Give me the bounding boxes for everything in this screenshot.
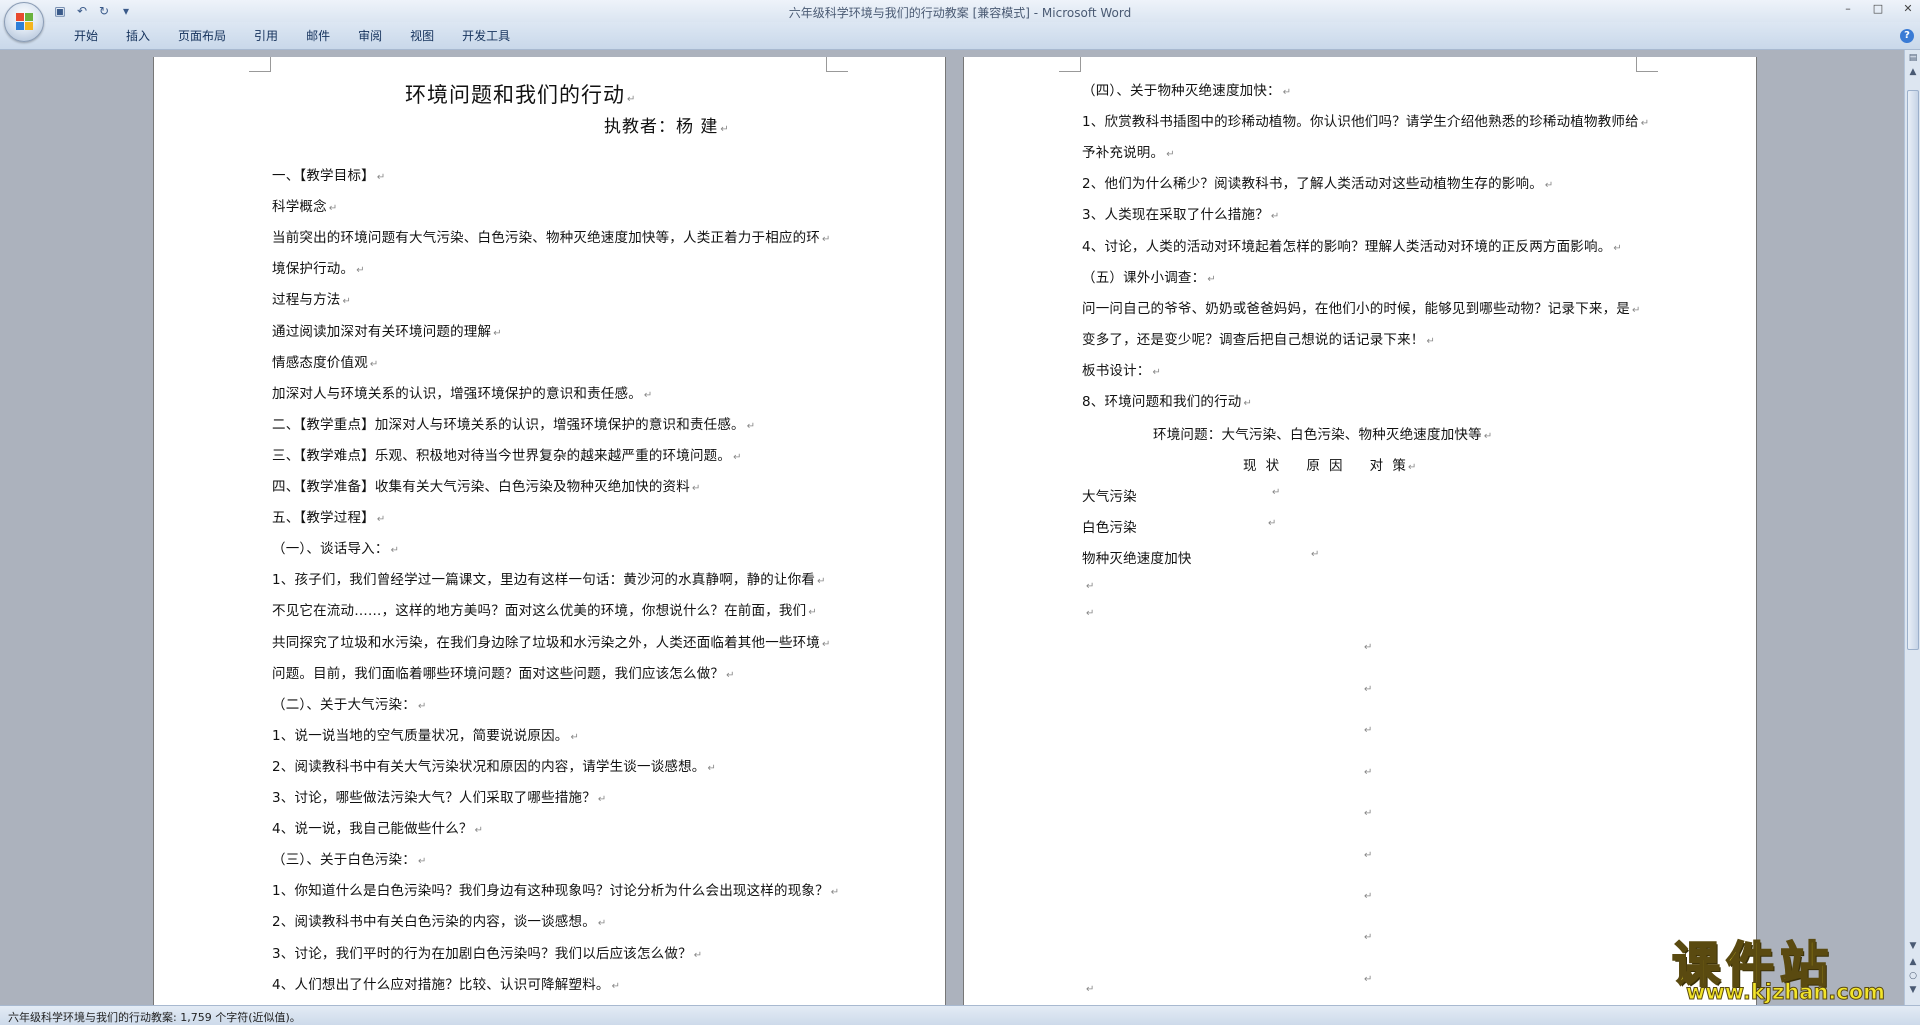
paragraph-mark: ↵ bbox=[1364, 725, 1373, 736]
close-icon[interactable]: ✕ bbox=[1900, 2, 1916, 16]
board-row: 物种灭绝速度加快 ↵ bbox=[1082, 549, 1320, 567]
paragraph-mark: ↵ bbox=[1364, 684, 1373, 695]
paragraph-mark: ↵ bbox=[1364, 767, 1373, 778]
text-line: 共同探究了垃圾和水污染，在我们身边除了垃圾和水污染之外，人类还面临着其他一些环境… bbox=[272, 634, 831, 651]
text-line: 过程与方法 ↵ bbox=[272, 292, 352, 309]
board-table-headers: 现 状 原 因 对 策 ↵ bbox=[1243, 458, 1417, 474]
status-bar: 六年级科学环境与我们的行动教案: 1,759 个字符(近似值)。 bbox=[0, 1005, 1920, 1025]
paragraph-mark: ↵ bbox=[1086, 581, 1095, 592]
text-line: 3、人类现在采取了什么措施？ ↵ bbox=[1082, 207, 1280, 224]
text-line: 1、说一说当地的空气质量状况，简要说说原因。 ↵ bbox=[272, 727, 580, 744]
tab-references[interactable]: 引用 bbox=[240, 28, 292, 44]
text-line: 三、【教学难点】乐观、积极地对待当今世界复杂的越来越严重的环境问题。 ↵ bbox=[272, 447, 742, 464]
browse-object-icon[interactable]: ○ bbox=[1907, 970, 1919, 982]
paragraph-mark: ↵ bbox=[1086, 608, 1095, 619]
paragraph-mark: ↵ bbox=[1364, 932, 1373, 943]
ribbon: 开始 插入 页面布局 引用 邮件 审阅 视图 开发工具 ? bbox=[0, 22, 1920, 50]
text-line: （一）、谈话导入： ↵ bbox=[272, 541, 400, 558]
tab-page-layout[interactable]: 页面布局 bbox=[164, 28, 240, 44]
margin-marker bbox=[1636, 57, 1658, 72]
text-line: 4、人们想出了什么应对措施？比较、认识可降解塑料。 ↵ bbox=[272, 976, 621, 993]
help-icon[interactable]: ? bbox=[1900, 29, 1914, 43]
text-line: 1、孩子们，我们曾经学过一篇课文，里边有这样一句话：黄沙河的水真静啊，静的让你看… bbox=[272, 572, 826, 589]
margin-marker bbox=[1059, 57, 1081, 72]
vertical-scrollbar[interactable]: ▤ ▲ ▼ ▲ ○ ▼ bbox=[1904, 50, 1920, 1005]
paragraph-mark: ↵ bbox=[1086, 984, 1095, 995]
window-controls: – □ ✕ bbox=[1840, 2, 1916, 16]
document-title: 环境问题和我们的行动 bbox=[405, 83, 625, 107]
text-line: 4、说一说，我自己能做些什么？ ↵ bbox=[272, 821, 484, 838]
scroll-thumb[interactable] bbox=[1907, 90, 1919, 650]
tab-developer[interactable]: 开发工具 bbox=[448, 28, 524, 44]
text-line: 四、【教学准备】收集有关大气污染、白色污染及物种灭绝加快的资料 ↵ bbox=[272, 479, 701, 495]
board-row: 大气污染 ↵ bbox=[1082, 487, 1281, 505]
tab-review[interactable]: 审阅 bbox=[344, 28, 396, 44]
text-line: 1、欣赏教科书插图中的珍稀动植物。你认识他们吗？请学生介绍他熟悉的珍稀动植物教师… bbox=[1082, 114, 1650, 131]
scroll-up-icon[interactable]: ▲ bbox=[1907, 66, 1919, 78]
ruler-toggle-icon[interactable]: ▤ bbox=[1907, 52, 1919, 64]
margin-marker bbox=[249, 57, 271, 72]
text-line: 当前突出的环境问题有大气污染、白色污染、物种灭绝速度加快等，人类正着力于相应的环… bbox=[272, 230, 831, 247]
text-line: 1、你知道什么是白色污染吗？我们身边有这种现象吗？讨论分析为什么会出现这样的现象… bbox=[272, 883, 840, 900]
text-line: （三）、关于白色污染： ↵ bbox=[272, 852, 427, 869]
watermark-url: www.kjzhan.com bbox=[1685, 980, 1886, 1005]
scroll-down-icon[interactable]: ▼ bbox=[1907, 940, 1919, 952]
previous-page-icon[interactable]: ▲ bbox=[1907, 956, 1919, 968]
tab-mailings[interactable]: 邮件 bbox=[292, 28, 344, 44]
text-line: 板书设计： ↵ bbox=[1082, 362, 1162, 379]
text-line: 2、阅读教科书中有关大气污染状况和原因的内容，请学生谈一谈感想。 ↵ bbox=[272, 758, 717, 775]
office-button[interactable] bbox=[4, 2, 44, 42]
document-workspace: 环境问题和我们的行动 ↵ 执教者：杨 建 ↵ 一、【教学目标】 ↵ 科学概念 ↵ 当前突出的… bbox=[0, 50, 1904, 1005]
text-line: 2、阅读教科书中有关白色污染的内容，谈一谈感想。 ↵ bbox=[272, 914, 607, 931]
text-line: 予补充说明。 ↵ bbox=[1082, 145, 1175, 162]
text-line: （二）、关于大气污染： ↵ bbox=[272, 696, 427, 713]
paragraph-mark: ↵ bbox=[1364, 974, 1373, 985]
text-line: （四）、关于物种灭绝速度加快： ↵ bbox=[1082, 83, 1292, 99]
text-line: 科学概念 ↵ bbox=[272, 199, 338, 216]
text-line: 一、【教学目标】 ↵ bbox=[272, 168, 386, 184]
window-title: 六年级科学环境与我们的行动教案 [兼容模式] - Microsoft Word bbox=[788, 6, 1132, 20]
text-line: 情感态度价值观 ↵ bbox=[272, 354, 379, 371]
document-page-2[interactable]: （四）、关于物种灭绝速度加快： ↵ 1、欣赏教科书插图中的珍稀动植物。你认识他们吗？… bbox=[963, 57, 1757, 1005]
tab-insert[interactable]: 插入 bbox=[112, 28, 164, 44]
ribbon-tabs: 开始 插入 页面布局 引用 邮件 审阅 视图 开发工具 bbox=[60, 28, 524, 44]
title-bar: ▣ ↶ ↻ ▾ 六年级科学环境与我们的行动教案 [兼容模式] - Microso… bbox=[0, 0, 1920, 22]
text-line: 二、【教学重点】加深对人与环境关系的认识，增强环境保护的意识和责任感。 ↵ bbox=[272, 416, 756, 433]
word-count-status[interactable]: 六年级科学环境与我们的行动教案: 1,759 个字符(近似值)。 bbox=[8, 1009, 301, 1025]
paragraph-mark: ↵ bbox=[1364, 891, 1373, 902]
margin-marker bbox=[826, 57, 848, 72]
text-line: 问题。目前，我们面临着哪些环境问题？面对这些问题，我们应该怎么做？ ↵ bbox=[272, 665, 735, 682]
text-line: 3、讨论，我们平时的行为在加剧白色污染吗？我们以后应该怎么做？ ↵ bbox=[272, 945, 703, 962]
paragraph-mark: ↵ bbox=[1364, 808, 1373, 819]
maximize-icon[interactable]: □ bbox=[1870, 2, 1886, 16]
board-row: 白色污染 ↵ bbox=[1082, 518, 1277, 536]
office-logo-icon bbox=[16, 13, 34, 31]
tab-home[interactable]: 开始 bbox=[60, 28, 112, 44]
kjzhan-watermark: 课件站 www.kjzhan.com bbox=[1662, 925, 1902, 1005]
board-subtitle: 环境问题：大气污染、白色污染、物种灭绝速度加快等 ↵ bbox=[1153, 427, 1493, 443]
text-line: （五）课外小调查： ↵ bbox=[1082, 269, 1216, 286]
tab-view[interactable]: 视图 bbox=[396, 28, 448, 44]
text-line: 境保护行动。 ↵ bbox=[272, 261, 365, 278]
paragraph-mark: ↵ bbox=[1364, 850, 1373, 861]
text-line: 不见它在流动……，这样的地方美吗？面对这么优美的环境，你想说什么？在前面，我们 ↵ bbox=[272, 603, 817, 620]
document-page-1[interactable]: 环境问题和我们的行动 ↵ 执教者：杨 建 ↵ 一、【教学目标】 ↵ 科学概念 ↵ 当前突出的… bbox=[153, 57, 946, 1005]
text-line: 变多了，还是变少呢？调查后把自己想说的话记录下来！ ↵ bbox=[1082, 331, 1436, 348]
next-page-icon[interactable]: ▼ bbox=[1907, 984, 1919, 996]
paragraph-mark: ↵ bbox=[1364, 642, 1373, 653]
text-line: 8、环境问题和我们的行动 ↵ bbox=[1082, 394, 1253, 410]
text-line: 4、讨论，人类的活动对环境起着怎样的影响？理解人类活动对环境的正反两方面影响。 ↵ bbox=[1082, 238, 1622, 255]
text-line: 2、他们为什么稀少？阅读教科书，了解人类活动对这些动植物生存的影响。 ↵ bbox=[1082, 176, 1554, 193]
text-line: 加深对人与环境关系的认识，增强环境保护的意识和责任感。 ↵ bbox=[272, 385, 653, 402]
text-line: 五、【教学过程】 ↵ bbox=[272, 510, 386, 527]
text-line: 3、讨论，哪些做法污染大气？人们采取了哪些措施？ ↵ bbox=[272, 790, 607, 806]
text-line: 问一问自己的爷爷、奶奶或爸爸妈妈，在他们小的时候，能够见到哪些动物？记录下来，是… bbox=[1082, 300, 1641, 317]
text-line: 通过阅读加深对有关环境问题的理解 ↵ bbox=[272, 323, 502, 340]
minimize-icon[interactable]: – bbox=[1840, 2, 1856, 16]
document-author: 执教者：杨 建 bbox=[604, 117, 719, 137]
